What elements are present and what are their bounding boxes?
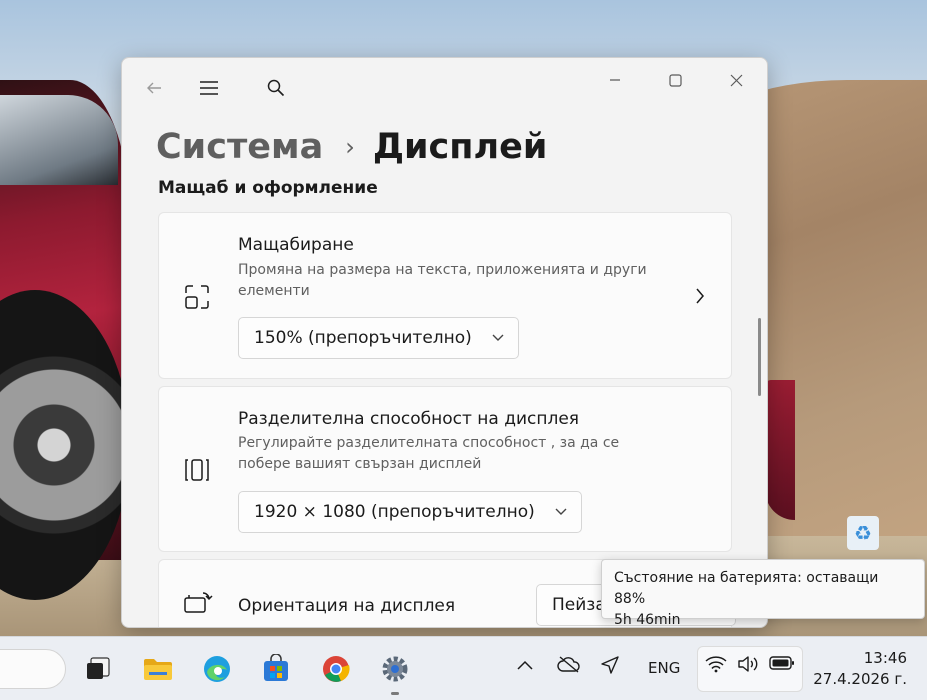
hamburger-icon	[200, 81, 218, 95]
close-button[interactable]	[713, 64, 759, 96]
chevron-up-icon	[517, 660, 533, 670]
wallpaper-car-part	[765, 380, 795, 520]
chevron-right-icon[interactable]	[695, 285, 705, 309]
resolution-title: Разделителна способност на дисплея	[238, 409, 580, 429]
volume-icon	[737, 655, 759, 678]
breadcrumb-parent[interactable]: Система	[156, 127, 323, 167]
onedrive-button[interactable]	[557, 655, 581, 678]
wallpaper-car-window	[0, 95, 118, 185]
resolution-card: Разделителна способност на дисплея Регул…	[158, 386, 732, 552]
battery-tooltip: Състояние на батерията: оставащи 88% 5h …	[601, 559, 925, 628]
resolution-icon	[183, 456, 211, 484]
location-arrow-icon	[601, 656, 619, 674]
chrome-button[interactable]	[318, 651, 354, 687]
title-bar	[122, 58, 767, 118]
menu-button[interactable]	[191, 70, 227, 106]
resolution-selected-value: 1920 × 1080 (препоръчително)	[254, 502, 535, 522]
scale-description: Промяна на размера на текста, приложения…	[238, 262, 647, 299]
clock-date: 27.4.2026 г.	[813, 670, 907, 688]
orientation-selected-value: Пейза	[552, 595, 606, 615]
page-title: Дисплей	[372, 127, 548, 167]
scrollbar-thumb[interactable]	[758, 318, 761, 396]
file-explorer-button[interactable]	[140, 651, 176, 687]
location-button[interactable]	[600, 655, 620, 680]
tooltip-line-1: Състояние на батерията: оставащи 88%	[614, 570, 879, 607]
resolution-description: Регулирайте разделителната способност , …	[238, 435, 620, 472]
scale-selected-value: 150% (препоръчително)	[254, 328, 472, 348]
clock-time: 13:46	[863, 649, 907, 667]
tooltip-line-2: 5h 46min	[614, 612, 681, 628]
task-view-button[interactable]	[80, 651, 116, 687]
scale-dropdown[interactable]: 150% (препоръчително)	[238, 317, 519, 359]
wifi-icon	[705, 655, 727, 678]
edge-icon	[204, 656, 230, 682]
cloud-off-icon	[557, 656, 580, 673]
close-icon	[730, 74, 742, 86]
minimize-button[interactable]	[592, 64, 638, 96]
chevron-down-icon	[555, 505, 567, 520]
gear-icon	[382, 656, 408, 682]
taskbar-search-box[interactable]	[0, 649, 66, 689]
back-arrow-icon	[147, 82, 161, 94]
back-button[interactable]	[136, 70, 172, 106]
scale-card[interactable]: Мащабиране Промяна на размера на текста,…	[158, 212, 732, 379]
store-icon	[264, 654, 288, 681]
orientation-icon	[183, 590, 213, 618]
section-title: Мащаб и оформление	[158, 178, 378, 198]
battery-icon	[769, 655, 795, 676]
microsoft-store-button[interactable]	[258, 651, 294, 687]
settings-app-button[interactable]	[377, 651, 413, 687]
scale-title: Мащабиране	[238, 235, 354, 255]
search-button[interactable]	[258, 70, 294, 106]
maximize-button[interactable]	[652, 64, 698, 96]
resolution-dropdown[interactable]: 1920 × 1080 (препоръчително)	[238, 491, 582, 533]
folder-icon	[144, 659, 172, 680]
chrome-icon	[323, 656, 350, 682]
active-app-indicator	[391, 692, 399, 695]
scale-icon	[183, 283, 211, 311]
maximize-icon	[668, 73, 682, 87]
minimize-icon	[610, 79, 620, 81]
chevron-down-icon	[492, 331, 504, 346]
orientation-title: Ориентация на дисплея	[238, 596, 456, 616]
search-icon	[267, 79, 285, 97]
recycle-bin-icon[interactable]: ♻	[847, 516, 879, 550]
language-indicator[interactable]: ENG	[648, 659, 680, 677]
breadcrumb-separator: ›	[345, 133, 355, 161]
settings-window: Система › Дисплей Мащаб и оформление Мащ…	[121, 57, 768, 628]
taskbar: ENG 13:46 27.4.2026 г.	[0, 636, 927, 700]
show-hidden-icons-button[interactable]	[517, 655, 533, 675]
edge-button[interactable]	[199, 651, 235, 687]
task-view-icon	[87, 657, 110, 679]
clock[interactable]: 13:46 27.4.2026 г.	[813, 648, 907, 690]
breadcrumb: Система › Дисплей	[156, 122, 547, 172]
